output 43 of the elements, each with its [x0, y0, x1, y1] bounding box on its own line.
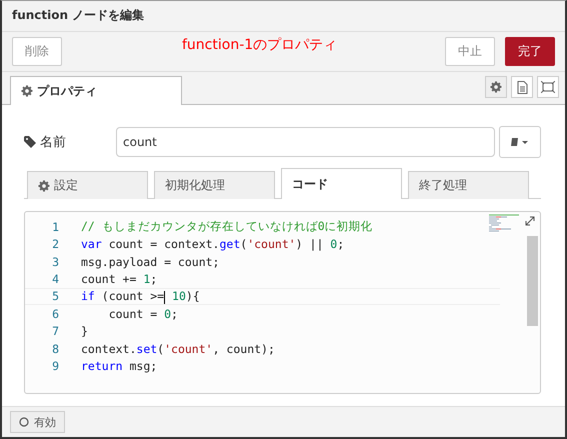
code-line: count += 1; — [81, 272, 158, 286]
code-line: if (count >= 10){ — [81, 289, 200, 304]
minimap-drawing — [488, 214, 522, 234]
circle-icon — [19, 417, 29, 428]
gear-icon — [21, 85, 33, 98]
editor-tab[interactable]: 終了処理 — [408, 171, 529, 200]
editor-tab[interactable]: コード — [281, 168, 402, 200]
done-button[interactable]: 完了 — [505, 37, 555, 66]
properties-tab[interactable]: プロパティ — [10, 76, 182, 106]
editor-tab[interactable]: 初期化処理 — [154, 171, 275, 200]
code-line: context.set('count', count); — [81, 342, 275, 356]
delete-button[interactable]: 削除 — [12, 37, 62, 66]
code-line: var count = context.get('count') || 0; — [81, 237, 344, 252]
name-label: 名前 — [24, 133, 116, 152]
frame-icon[interactable] — [537, 76, 559, 98]
code-line: // もしまだカウンタが存在していなければ0に初期化 — [81, 219, 373, 234]
window-title: function ノードを編集 — [12, 7, 144, 24]
code-editor[interactable]: 1 // もしまだカウンタが存在していなければ0に初期化 2 var count = context.get('count') || 0; 3 msg.payload = count; 4 count += 1; 5 if (count >= 10){ 6 count = 0; 7 } 8 context.set('count', count); 9 return msg; — [24, 211, 541, 394]
book-caret-icon — [510, 137, 530, 148]
expand-icon[interactable] — [523, 214, 537, 228]
tag-icon — [24, 136, 36, 148]
document-icon[interactable] — [511, 76, 533, 98]
code-line: count = 0; — [108, 306, 178, 321]
line-number: 8 — [51, 342, 60, 356]
code-line: } — [81, 324, 88, 338]
code-line: msg.payload = count; — [81, 254, 220, 269]
line-number: 5 — [51, 289, 60, 304]
line-number: 1 — [51, 220, 60, 234]
line-number: 3 — [51, 254, 60, 269]
line-number: 7 — [51, 324, 60, 338]
editor-tab[interactable]: 設定 — [27, 171, 148, 200]
settings-icon[interactable] — [485, 76, 507, 98]
line-number: 4 — [51, 272, 60, 286]
name-field[interactable]: count — [116, 127, 495, 158]
line-number: 9 — [51, 359, 60, 374]
line-number: 6 — [51, 306, 60, 321]
annotation-text: function-1のプロパティ — [182, 36, 338, 54]
library-button[interactable] — [499, 126, 541, 158]
code-line: return msg; — [81, 359, 158, 374]
line-number: 2 — [51, 237, 60, 252]
enabled-toggle[interactable]: 有効 — [10, 411, 65, 434]
scrollbar-thumb[interactable] — [527, 236, 538, 326]
cancel-button[interactable]: 中止 — [445, 37, 495, 66]
